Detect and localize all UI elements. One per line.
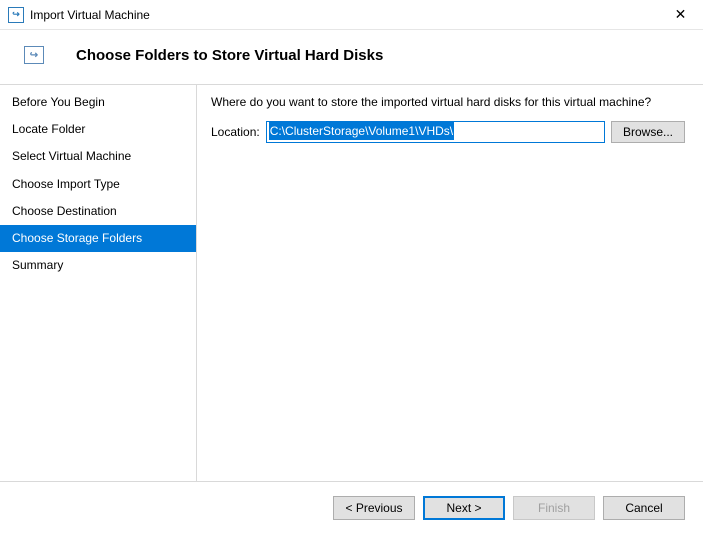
browse-button[interactable]: Browse... bbox=[611, 121, 685, 143]
location-input[interactable]: C:\ClusterStorage\Volume1\VHDs\ bbox=[266, 121, 605, 143]
wizard-body: Before You Begin Locate Folder Select Vi… bbox=[0, 84, 703, 481]
button-label: Next > bbox=[446, 501, 481, 515]
button-label: Finish bbox=[538, 501, 570, 515]
app-icon: ↪ bbox=[8, 7, 24, 23]
step-label: Choose Storage Folders bbox=[12, 231, 142, 245]
window-title: Import Virtual Machine bbox=[30, 8, 658, 22]
wizard-footer: < Previous Next > Finish Cancel bbox=[0, 481, 703, 534]
close-icon: ✕ bbox=[675, 6, 687, 23]
finish-button: Finish bbox=[513, 496, 595, 520]
wizard-header: ↪ Choose Folders to Store Virtual Hard D… bbox=[0, 30, 703, 84]
browse-label: Browse... bbox=[623, 125, 673, 139]
step-label: Summary bbox=[12, 258, 63, 272]
location-value: C:\ClusterStorage\Volume1\VHDs\ bbox=[269, 122, 454, 140]
previous-button[interactable]: < Previous bbox=[333, 496, 415, 520]
step-locate-folder[interactable]: Locate Folder bbox=[0, 116, 196, 143]
page-title: Choose Folders to Store Virtual Hard Dis… bbox=[76, 47, 383, 64]
cancel-button[interactable]: Cancel bbox=[603, 496, 685, 520]
step-label: Select Virtual Machine bbox=[12, 149, 131, 163]
step-before-you-begin[interactable]: Before You Begin bbox=[0, 89, 196, 116]
step-label: Locate Folder bbox=[12, 122, 85, 136]
wizard-steps: Before You Begin Locate Folder Select Vi… bbox=[0, 85, 196, 481]
wizard-content: Where do you want to store the imported … bbox=[196, 85, 703, 481]
prompt-text: Where do you want to store the imported … bbox=[211, 95, 685, 109]
wizard-window: ↪ Import Virtual Machine ✕ ↪ Choose Fold… bbox=[0, 0, 703, 534]
step-select-vm[interactable]: Select Virtual Machine bbox=[0, 143, 196, 170]
button-label: Cancel bbox=[625, 501, 662, 515]
arrow-import-icon: ↪ bbox=[24, 46, 44, 64]
location-row: Location: C:\ClusterStorage\Volume1\VHDs… bbox=[211, 121, 685, 143]
step-label: Choose Import Type bbox=[12, 177, 120, 191]
close-button[interactable]: ✕ bbox=[658, 0, 703, 30]
step-label: Choose Destination bbox=[12, 204, 117, 218]
step-import-type[interactable]: Choose Import Type bbox=[0, 171, 196, 198]
step-choose-storage[interactable]: Choose Storage Folders bbox=[0, 225, 196, 252]
step-label: Before You Begin bbox=[12, 95, 105, 109]
location-label: Location: bbox=[211, 125, 260, 139]
step-choose-destination[interactable]: Choose Destination bbox=[0, 198, 196, 225]
button-label: < Previous bbox=[345, 501, 402, 515]
step-summary[interactable]: Summary bbox=[0, 252, 196, 279]
title-bar: ↪ Import Virtual Machine ✕ bbox=[0, 0, 703, 30]
next-button[interactable]: Next > bbox=[423, 496, 505, 520]
